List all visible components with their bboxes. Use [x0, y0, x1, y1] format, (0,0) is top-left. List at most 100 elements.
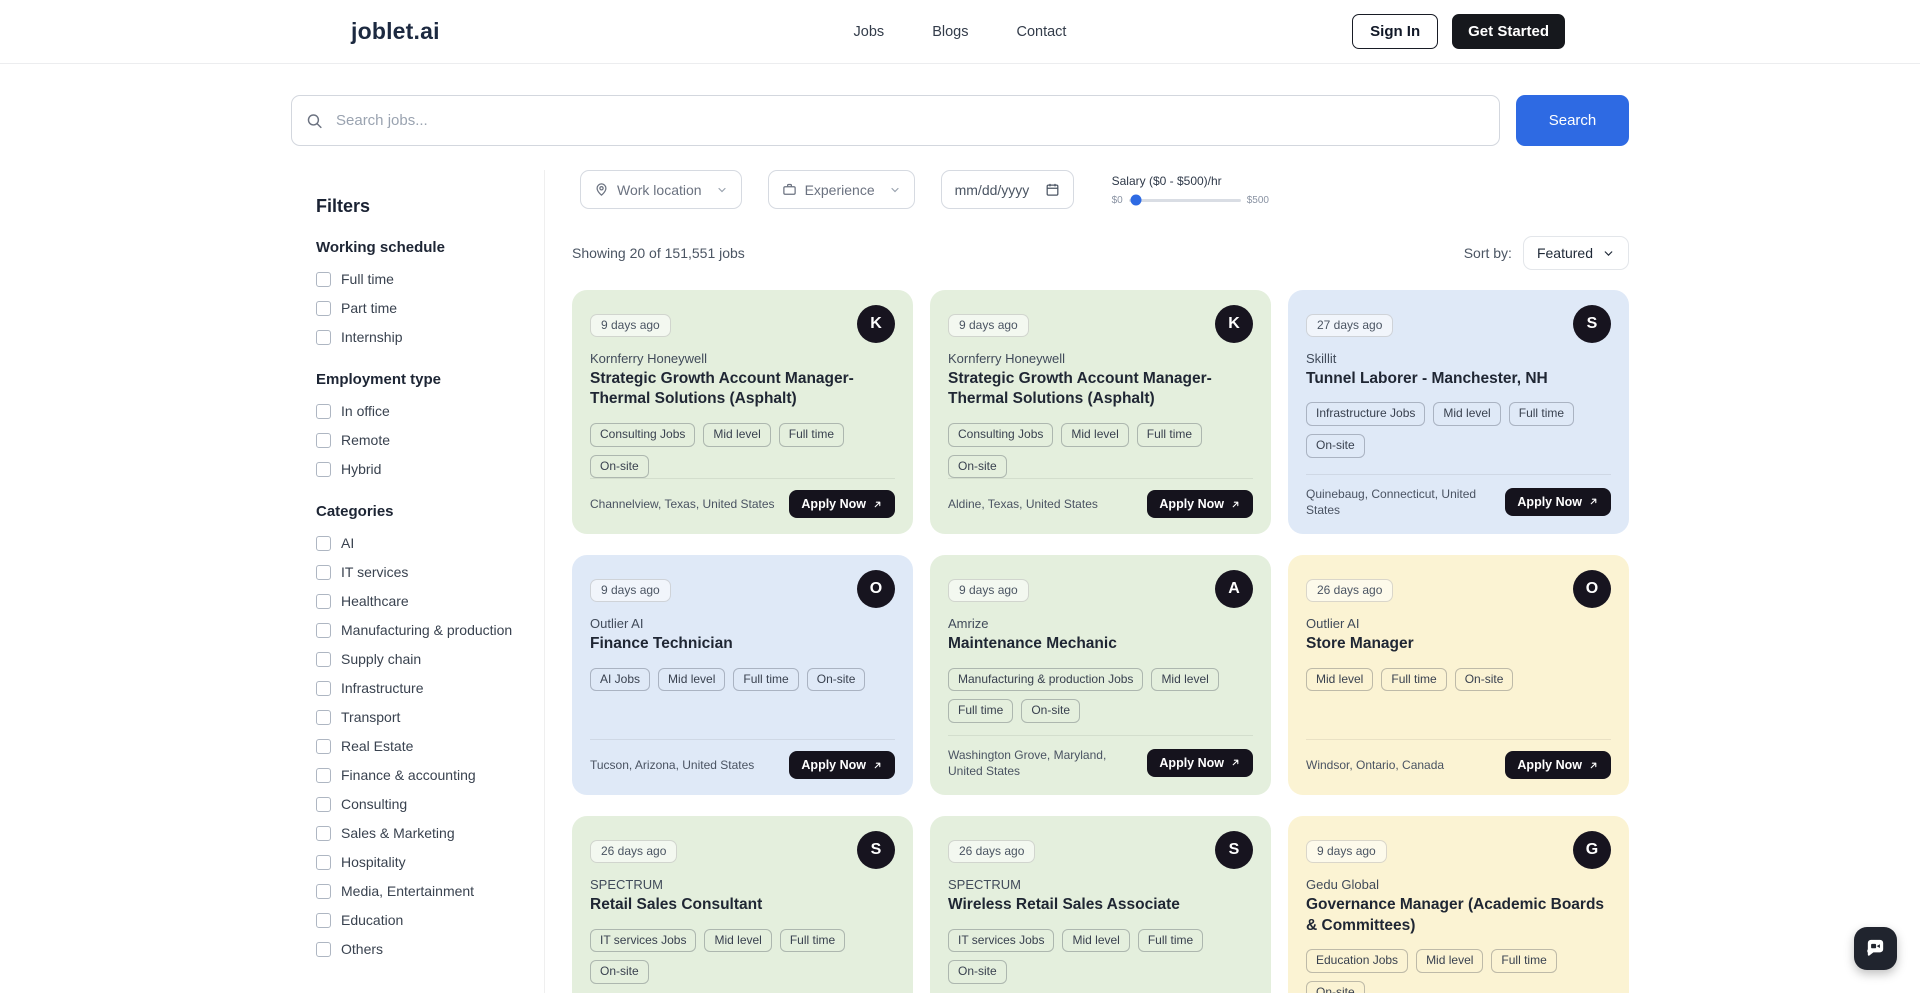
job-location: Quinebaug, Connecticut, United States: [1306, 486, 1495, 518]
job-card: 9 days agoKKornferry HoneywellStrategic …: [572, 290, 913, 534]
filter-option-it-services[interactable]: IT services: [316, 564, 544, 580]
tag-row: AI JobsMid levelFull timeOn-site: [590, 668, 895, 692]
tag-on-site: On-site: [948, 455, 1007, 479]
checkbox-part-time[interactable]: [316, 301, 331, 316]
checkbox-others[interactable]: [316, 942, 331, 957]
filter-option-healthcare[interactable]: Healthcare: [316, 593, 544, 609]
date-input[interactable]: mm/dd/yyyy: [941, 170, 1074, 209]
job-location: Aldine, Texas, United States: [948, 496, 1098, 512]
filter-group-employment-type: Employment typeIn officeRemoteHybrid: [316, 371, 544, 477]
checkbox-education[interactable]: [316, 913, 331, 928]
main-content: Work location Experience mm/dd/yyyy Sala…: [545, 170, 1629, 993]
filter-option-media-entertainment[interactable]: Media, Entertainment: [316, 883, 544, 899]
filter-option-part-time[interactable]: Part time: [316, 300, 544, 316]
card-head: 26 days agoO: [1306, 570, 1611, 608]
tag-on-site: On-site: [590, 455, 649, 479]
apply-now-button[interactable]: Apply Now: [1147, 749, 1253, 777]
filter-option-others[interactable]: Others: [316, 941, 544, 957]
apply-now-button[interactable]: Apply Now: [789, 751, 895, 779]
checkbox-remote[interactable]: [316, 433, 331, 448]
get-started-button[interactable]: Get Started: [1452, 14, 1565, 49]
checkbox-hybrid[interactable]: [316, 462, 331, 477]
checkbox-internship[interactable]: [316, 330, 331, 345]
filter-option-hybrid[interactable]: Hybrid: [316, 461, 544, 477]
work-location-select[interactable]: Work location: [580, 170, 742, 209]
salary-filter: Salary ($0 - $500)/hr $0 $500: [1112, 174, 1269, 206]
sort-select[interactable]: Featured: [1523, 236, 1629, 270]
checkbox-transport[interactable]: [316, 710, 331, 725]
checkbox-ai[interactable]: [316, 536, 331, 551]
filter-option-ai[interactable]: AI: [316, 535, 544, 551]
company-avatar: K: [857, 305, 895, 343]
nav-jobs[interactable]: Jobs: [854, 24, 885, 40]
experience-select[interactable]: Experience: [768, 170, 915, 209]
search-input[interactable]: [291, 95, 1500, 146]
filter-option-label: Others: [341, 941, 383, 957]
company-name: SPECTRUM: [590, 877, 895, 892]
date-placeholder: mm/dd/yyyy: [955, 182, 1030, 198]
filter-option-education[interactable]: Education: [316, 912, 544, 928]
filters-title: Filters: [316, 196, 544, 217]
checkbox-media-entertainment[interactable]: [316, 884, 331, 899]
checkbox-in-office[interactable]: [316, 404, 331, 419]
checkbox-full-time[interactable]: [316, 272, 331, 287]
filter-option-consulting[interactable]: Consulting: [316, 796, 544, 812]
filter-option-label: Internship: [341, 329, 402, 345]
checkbox-hospitality[interactable]: [316, 855, 331, 870]
tag-mid-level: Mid level: [1306, 668, 1373, 692]
card-head: 9 days agoK: [590, 305, 895, 343]
checkbox-infrastructure[interactable]: [316, 681, 331, 696]
filter-option-transport[interactable]: Transport: [316, 709, 544, 725]
salary-max-label: $500: [1247, 195, 1269, 206]
salary-slider-handle[interactable]: [1130, 195, 1141, 206]
filter-option-sales-marketing[interactable]: Sales & Marketing: [316, 825, 544, 841]
logo[interactable]: joblet.ai: [351, 18, 440, 45]
job-card: 26 days agoOOutlier AIStore ManagerMid l…: [1288, 555, 1629, 795]
checkbox-real-estate[interactable]: [316, 739, 331, 754]
results-count: Showing 20 of 151,551 jobs: [572, 245, 745, 261]
checkbox-finance-accounting[interactable]: [316, 768, 331, 783]
tag-mid-level: Mid level: [1061, 423, 1128, 447]
tag-full-time: Full time: [1491, 949, 1556, 973]
nav-contact[interactable]: Contact: [1016, 24, 1066, 40]
filter-option-label: In office: [341, 403, 390, 419]
filter-option-label: Manufacturing & production: [341, 622, 512, 638]
job-title: Tunnel Laborer - Manchester, NH: [1306, 369, 1611, 389]
checkbox-healthcare[interactable]: [316, 594, 331, 609]
tag-mid-level: Mid level: [1433, 402, 1500, 426]
sign-in-button[interactable]: Sign In: [1352, 14, 1438, 49]
filter-option-real-estate[interactable]: Real Estate: [316, 738, 544, 754]
checkbox-it-services[interactable]: [316, 565, 331, 580]
filter-option-supply-chain[interactable]: Supply chain: [316, 651, 544, 667]
filter-option-in-office[interactable]: In office: [316, 403, 544, 419]
filter-option-infrastructure[interactable]: Infrastructure: [316, 680, 544, 696]
search-button[interactable]: Search: [1516, 95, 1629, 146]
chat-widget-button[interactable]: [1854, 927, 1897, 970]
checkbox-supply-chain[interactable]: [316, 652, 331, 667]
salary-min-label: $0: [1112, 195, 1123, 206]
company-avatar: S: [1215, 831, 1253, 869]
apply-now-button[interactable]: Apply Now: [1505, 488, 1611, 516]
checkbox-consulting[interactable]: [316, 797, 331, 812]
filter-group-title: Categories: [316, 503, 544, 520]
salary-slider[interactable]: [1129, 199, 1241, 202]
apply-now-button[interactable]: Apply Now: [789, 490, 895, 518]
filter-option-full-time[interactable]: Full time: [316, 271, 544, 287]
apply-now-button[interactable]: Apply Now: [1505, 751, 1611, 779]
filter-option-hospitality[interactable]: Hospitality: [316, 854, 544, 870]
apply-now-button[interactable]: Apply Now: [1147, 490, 1253, 518]
filter-option-manufacturing-production[interactable]: Manufacturing & production: [316, 622, 544, 638]
nav-blogs[interactable]: Blogs: [932, 24, 968, 40]
filter-option-label: Healthcare: [341, 593, 409, 609]
filter-option-remote[interactable]: Remote: [316, 432, 544, 448]
checkbox-sales-marketing[interactable]: [316, 826, 331, 841]
filter-option-finance-accounting[interactable]: Finance & accounting: [316, 767, 544, 783]
location-pin-icon: [594, 182, 609, 197]
company-avatar: K: [1215, 305, 1253, 343]
external-link-icon: [872, 499, 883, 510]
checkbox-manufacturing-production[interactable]: [316, 623, 331, 638]
filter-option-internship[interactable]: Internship: [316, 329, 544, 345]
posted-badge: 9 days ago: [1306, 840, 1387, 863]
tag-row: IT services JobsMid levelFull timeOn-sit…: [948, 929, 1253, 984]
briefcase-icon: [782, 182, 797, 197]
